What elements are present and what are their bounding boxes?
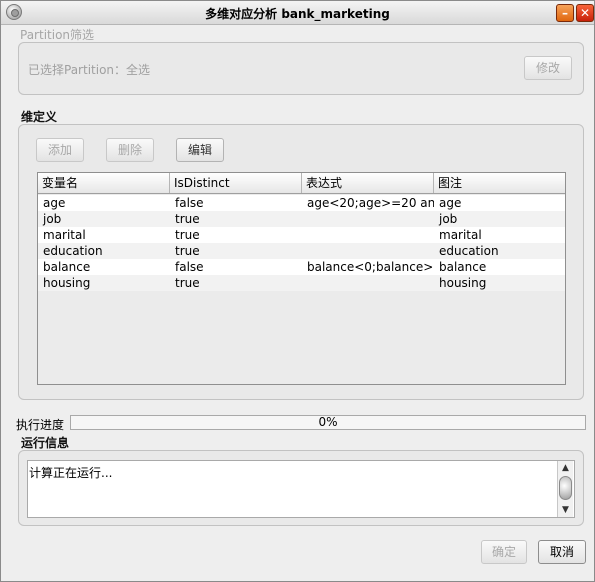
progress-text: 0% (318, 415, 338, 429)
cell-legend: housing (439, 276, 487, 290)
cell-isdistinct: false (175, 196, 204, 210)
cell-expression: balance<0;balance>... (307, 260, 434, 274)
partition-group: 已选择Partition：全选 修改 (18, 42, 584, 95)
cell-isdistinct: true (175, 212, 200, 226)
cell-expression (302, 211, 434, 227)
dimension-legend: 维定义 (21, 110, 58, 124)
window-title: 多维对应分析 bank_marketing (205, 7, 390, 21)
table-row[interactable]: housing true housing (38, 275, 565, 291)
scroll-down-icon[interactable]: ▼ (558, 503, 573, 517)
scroll-thumb[interactable] (559, 476, 572, 500)
cell-expression: age<20;age>=20 an... (307, 196, 434, 210)
table-body: age false age<20;age>=20 an... age job t… (38, 195, 565, 291)
column-header-isdistinct[interactable]: IsDistinct (170, 173, 302, 193)
cell-legend: age (439, 196, 462, 210)
dialog-window: 多维对应分析 bank_marketing – ✕ Partition筛选 已选… (0, 0, 595, 582)
cell-legend: marital (439, 228, 482, 242)
cancel-button[interactable]: 取消 (538, 540, 586, 564)
cell-expression (302, 227, 434, 243)
modify-button[interactable]: 修改 (524, 56, 572, 80)
edit-button[interactable]: 编辑 (176, 138, 224, 162)
column-header-legend[interactable]: 图注 (434, 173, 565, 193)
table-row[interactable]: age false age<20;age>=20 an... age (38, 195, 565, 211)
run-info-textarea[interactable]: 计算正在运行... (27, 460, 575, 518)
column-header-expression[interactable]: 表达式 (302, 173, 434, 193)
partition-legend: Partition筛选 (20, 28, 95, 42)
cell-varname: marital (43, 228, 86, 242)
cell-varname: education (43, 244, 103, 258)
progress-bar: 0% (70, 415, 586, 430)
cell-varname: balance (43, 260, 91, 274)
table-row[interactable]: balance false balance<0;balance>... bala… (38, 259, 565, 275)
table-row[interactable]: job true job (38, 211, 565, 227)
cell-legend: job (439, 212, 458, 226)
cell-varname: age (43, 196, 66, 210)
scroll-up-icon[interactable]: ▲ (558, 461, 573, 475)
partition-selected-label: 已选择Partition：全选 (28, 63, 151, 77)
dimension-table[interactable]: 变量名 IsDistinct 表达式 图注 age false age<20;a… (37, 172, 566, 385)
title-bar[interactable]: 多维对应分析 bank_marketing – ✕ (1, 1, 594, 25)
column-header-varname[interactable]: 变量名 (38, 173, 170, 193)
cell-isdistinct: true (175, 276, 200, 290)
add-button[interactable]: 添加 (36, 138, 84, 162)
cell-varname: housing (43, 276, 91, 290)
cell-legend: balance (439, 260, 487, 274)
run-info-legend: 运行信息 (21, 436, 70, 450)
minimize-icon[interactable]: – (556, 4, 574, 22)
run-info-scrollbar[interactable]: ▲ ▼ (557, 461, 573, 517)
cell-varname: job (43, 212, 62, 226)
close-icon[interactable]: ✕ (576, 4, 594, 22)
table-header: 变量名 IsDistinct 表达式 图注 (38, 173, 565, 194)
cell-expression (302, 243, 434, 259)
cell-expression (302, 275, 434, 291)
delete-button[interactable]: 删除 (106, 138, 154, 162)
cell-isdistinct: true (175, 244, 200, 258)
run-info-text: 计算正在运行... (29, 466, 113, 480)
cell-isdistinct: true (175, 228, 200, 242)
cell-legend: education (439, 244, 499, 258)
table-row[interactable]: education true education (38, 243, 565, 259)
progress-label: 执行进度 (16, 418, 65, 432)
ok-button[interactable]: 确定 (481, 540, 527, 564)
cell-isdistinct: false (175, 260, 204, 274)
table-row[interactable]: marital true marital (38, 227, 565, 243)
